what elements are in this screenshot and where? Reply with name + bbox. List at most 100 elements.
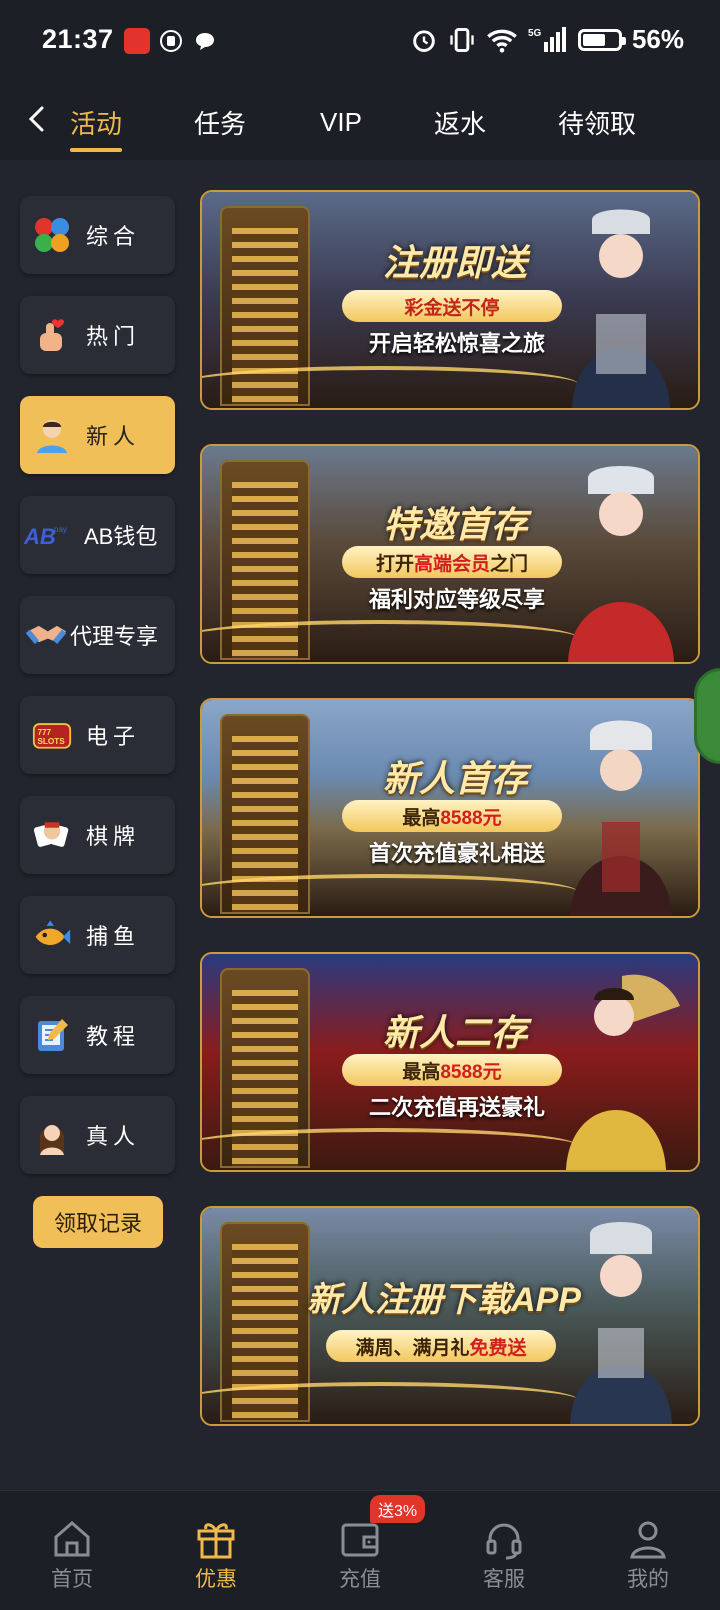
tab-bar: 活动 任务 VIP 返水 待领取 bbox=[70, 84, 720, 160]
sidebar-item-label: 棋牌 bbox=[86, 824, 141, 849]
vibrate-icon bbox=[450, 27, 474, 52]
banner-pill-highlight: 免费送 bbox=[469, 1337, 527, 1359]
profile-icon bbox=[630, 1521, 666, 1559]
gift-icon bbox=[197, 1523, 235, 1559]
floating-support-button[interactable] bbox=[694, 668, 720, 764]
tab-to-claim[interactable]: 待领取 bbox=[558, 84, 636, 160]
tab-tasks[interactable]: 任务 bbox=[194, 84, 246, 160]
sidebar-item-label: 真人 bbox=[86, 1124, 141, 1149]
status-bar: 21:37 5G 56% bbox=[0, 0, 720, 84]
bottom-tab-profile[interactable]: 我的 bbox=[576, 1491, 720, 1610]
battery-icon bbox=[577, 28, 626, 51]
message-notification-icon bbox=[192, 28, 218, 54]
status-time: 21:37 bbox=[42, 24, 114, 54]
model-illustration bbox=[566, 974, 680, 1170]
bottom-nav: 首页 优惠 送3% 充值 客服 我的 bbox=[0, 1490, 720, 1610]
banner-pill-text: 满周、满月礼 bbox=[355, 1337, 470, 1359]
sidebar-item-label: 教程 bbox=[86, 1024, 141, 1049]
banner-pill-text: 彩金送不停 bbox=[404, 297, 500, 319]
deposit-bonus-badge: 送3% bbox=[370, 1495, 426, 1523]
banner-pill-highlight: 高端会员 bbox=[413, 553, 490, 575]
sidebar-item-cards[interactable]: 棋牌 bbox=[20, 796, 175, 874]
sidebar-item-tutorial[interactable]: 教程 bbox=[20, 996, 175, 1074]
category-sidebar: 综合 热门 新人 AB pay AB钱包 代理专享 777 SLOTS 电子 棋… bbox=[20, 196, 180, 1248]
user-icon bbox=[32, 415, 72, 455]
slots-icon: 777 SLOTS bbox=[32, 715, 72, 755]
sidebar-item-label: 热门 bbox=[86, 324, 141, 349]
banner-pill-tail: 之门 bbox=[490, 553, 529, 575]
chevron-left-icon[interactable] bbox=[22, 102, 52, 136]
signal-icon: 5G bbox=[528, 26, 566, 52]
thumb-heart-icon bbox=[32, 315, 72, 355]
battery-percent: 56% bbox=[631, 24, 684, 54]
sidebar-item-electronic[interactable]: 777 SLOTS 电子 bbox=[20, 696, 175, 774]
bottom-tab-label: 我的 bbox=[627, 1568, 669, 1591]
banner-title: 注册即送 bbox=[382, 242, 527, 283]
handshake-icon bbox=[26, 615, 66, 655]
sidebar-item-general[interactable]: 综合 bbox=[20, 196, 175, 274]
promo-banner-second-deposit[interactable]: 新人二存 最高 8588元 二次充值再送豪礼 bbox=[200, 952, 700, 1172]
tab-vip[interactable]: VIP bbox=[320, 84, 362, 160]
wallet-icon bbox=[341, 1523, 379, 1557]
tab-rebate[interactable]: 返水 bbox=[434, 84, 486, 160]
banner-pill: 彩金送不停 bbox=[342, 290, 562, 322]
svg-text:pay: pay bbox=[54, 525, 67, 534]
alarm-icon bbox=[413, 29, 435, 52]
sidebar-item-newcomer[interactable]: 新人 bbox=[20, 396, 175, 474]
bottom-tab-label: 客服 bbox=[483, 1568, 525, 1591]
banner-subtitle: 开启轻松惊喜之旅 bbox=[368, 331, 545, 356]
svg-text:5G: 5G bbox=[528, 28, 542, 39]
banner-title: 新人首存 bbox=[382, 758, 527, 799]
banner-subtitle: 二次充值再送豪礼 bbox=[368, 1095, 545, 1120]
model-illustration bbox=[570, 720, 672, 916]
fish-icon bbox=[32, 915, 72, 955]
promo-banner-register-bonus[interactable]: 注册即送 彩金送不停 开启轻松惊喜之旅 bbox=[200, 190, 700, 410]
bottom-tab-label: 充值 bbox=[339, 1568, 381, 1591]
bottom-tab-offers[interactable]: 优惠 bbox=[144, 1491, 288, 1610]
sidebar-item-label: 捕鱼 bbox=[86, 924, 141, 949]
sidebar-item-hot[interactable]: 热门 bbox=[20, 296, 175, 374]
banner-subtitle: 福利对应等级尽享 bbox=[368, 587, 545, 612]
promo-banner-app-download[interactable]: 新人注册下载APP 满周、满月礼 免费送 bbox=[200, 1206, 700, 1426]
sidebar-item-label: 新人 bbox=[86, 424, 141, 449]
sidebar-item-fishing[interactable]: 捕鱼 bbox=[20, 896, 175, 974]
svg-text:SLOTS: SLOTS bbox=[37, 737, 65, 746]
banner-title: 特邀首存 bbox=[382, 504, 527, 545]
bottom-tab-support[interactable]: 客服 bbox=[432, 1491, 576, 1610]
promo-banner-list: 注册即送 彩金送不停 开启轻松惊喜之旅 特邀首存 打开 高端会员 之门 福利对应等级… bbox=[200, 190, 700, 1460]
bottom-tab-deposit[interactable]: 送3% 充值 bbox=[288, 1491, 432, 1610]
hand-notification-icon bbox=[158, 28, 184, 54]
model-illustration bbox=[570, 1222, 672, 1424]
banner-title: 新人二存 bbox=[382, 1012, 527, 1053]
sidebar-item-label: AB钱包 bbox=[84, 524, 158, 549]
sidebar-item-label: 电子 bbox=[86, 724, 141, 749]
svg-text:777: 777 bbox=[37, 728, 51, 737]
cards-icon bbox=[32, 815, 72, 855]
bottom-tab-home[interactable]: 首页 bbox=[0, 1491, 144, 1610]
banner-title: 新人注册下载APP bbox=[307, 1281, 581, 1319]
promo-banner-first-deposit[interactable]: 新人首存 最高 8588元 首次充值豪礼相送 bbox=[200, 698, 700, 918]
sidebar-item-agent[interactable]: 代理专享 bbox=[20, 596, 175, 674]
banner-pill-highlight: 8588元 bbox=[440, 807, 502, 829]
claim-record-button[interactable]: 领取记录 bbox=[33, 1196, 163, 1248]
banner-pill: 打开 高端会员 之门 bbox=[342, 546, 562, 578]
banner-pill: 满周、满月礼 免费送 bbox=[326, 1330, 556, 1362]
headset-icon bbox=[486, 1523, 522, 1560]
ab-pay-logo: AB pay bbox=[24, 515, 78, 555]
clover-icon bbox=[32, 215, 72, 255]
model-illustration bbox=[568, 466, 674, 662]
sidebar-item-label: 综合 bbox=[86, 224, 141, 249]
top-nav: 活动 任务 VIP 返水 待领取 bbox=[0, 84, 720, 160]
banner-pill-text: 最高 bbox=[402, 807, 441, 829]
banner-pill-text: 打开 bbox=[375, 553, 414, 575]
book-icon bbox=[32, 1015, 72, 1055]
main-content: 综合 热门 新人 AB pay AB钱包 代理专享 777 SLOTS 电子 棋… bbox=[0, 160, 720, 1490]
home-icon bbox=[54, 1521, 90, 1557]
dealer-icon bbox=[32, 1115, 72, 1155]
banner-pill: 最高 8588元 bbox=[342, 1054, 562, 1086]
sidebar-item-live[interactable]: 真人 bbox=[20, 1096, 175, 1174]
tab-activity[interactable]: 活动 bbox=[70, 84, 123, 160]
banner-pill-highlight: 8588元 bbox=[440, 1061, 502, 1083]
sidebar-item-ab-wallet[interactable]: AB pay AB钱包 bbox=[20, 496, 175, 574]
promo-banner-vip-deposit[interactable]: 特邀首存 打开 高端会员 之门 福利对应等级尽享 bbox=[200, 444, 700, 664]
